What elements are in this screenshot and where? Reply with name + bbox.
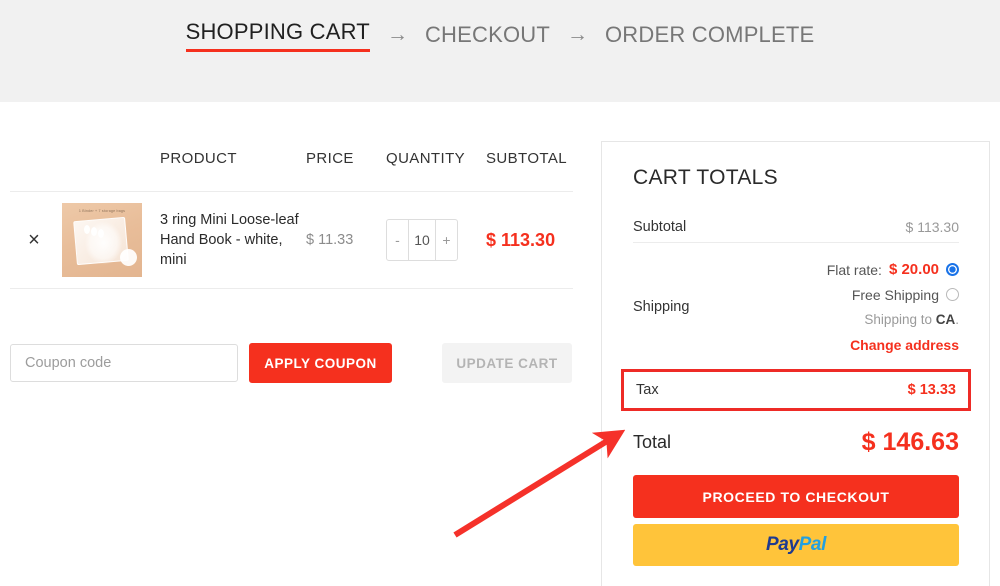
tax-label: Tax — [636, 382, 659, 398]
step-shopping-cart[interactable]: SHOPPING CART — [185, 19, 370, 52]
product-thumbnail-cell: 1 Binder + 7 storage bags — [58, 203, 156, 277]
column-header-subtotal: SUBTOTAL — [486, 150, 567, 167]
quantity-stepper[interactable]: - 10 + — [386, 219, 458, 261]
shipping-destination-text: Shipping to CA. — [864, 312, 959, 327]
apply-coupon-button[interactable]: APPLY COUPON — [249, 343, 392, 383]
tax-row: Tax $ 13.33 — [621, 369, 971, 411]
column-header-quantity: QUANTITY — [386, 150, 466, 167]
paypal-logo-part1: Pay — [766, 534, 799, 555]
checkout-steps: SHOPPING CART → CHECKOUT → ORDER COMPLET… — [185, 19, 815, 52]
quantity-increase-button[interactable]: + — [436, 220, 457, 260]
shipping-options: Flat rate: $ 20.00 Free Shipping Shippin… — [753, 257, 959, 357]
subtotal-label: Subtotal — [633, 219, 687, 235]
subtotal-value: $ 113.30 — [905, 219, 959, 235]
shipping-option-flat-rate-amount: $ 20.00 — [888, 261, 939, 278]
product-name-cell: 3 ring Mini Loose-leaf Hand Book - white… — [156, 210, 302, 270]
shipping-destination-prefix: Shipping to — [864, 312, 936, 327]
shipping-destination-region: CA — [935, 312, 956, 327]
subtotal-row: Subtotal $ 113.30 — [633, 212, 959, 242]
cart-row-divider — [10, 288, 573, 289]
total-value: $ 146.63 — [861, 427, 959, 456]
thumbnail-ring-2 — [91, 227, 97, 236]
proceed-to-checkout-button[interactable]: PROCEED TO CHECKOUT — [633, 475, 959, 518]
update-cart-button[interactable]: UPDATE CART — [442, 343, 572, 383]
product-price-cell: $ 11.33 — [302, 232, 376, 248]
paypal-logo-part2: Pal — [798, 534, 827, 555]
shipping-destination: Shipping to CA. — [753, 307, 959, 332]
shopping-cart-page: SHOPPING CART → CHECKOUT → ORDER COMPLET… — [0, 0, 1000, 586]
shipping-label: Shipping — [633, 299, 690, 315]
shipping-destination-suffix: . — [955, 312, 959, 327]
shipping-option-free-label: Free Shipping — [851, 286, 939, 303]
product-subtotal-text: $ 113.30 — [486, 229, 556, 250]
cart-table: PRODUCT PRICE QUANTITY SUBTOTAL × 1 Bind… — [10, 150, 573, 289]
quantity-decrease-button[interactable]: - — [387, 220, 408, 260]
shipping-option-flat-rate-label: Flat rate: — [826, 261, 882, 278]
shipping-row: Shipping Flat rate: $ 20.00 Free Shippin… — [633, 243, 959, 369]
checkout-steps-band: SHOPPING CART → CHECKOUT → ORDER COMPLET… — [0, 0, 1000, 102]
paypal-logo-icon: PayPal — [766, 534, 826, 556]
cart-totals-title: CART TOTALS — [633, 166, 778, 189]
shipping-option-free[interactable]: Free Shipping — [753, 282, 959, 307]
remove-item-icon[interactable]: × — [10, 230, 58, 250]
thumbnail-ring-3 — [98, 229, 104, 238]
step-arrow-icon-1: → — [386, 23, 408, 46]
total-label: Total — [633, 431, 672, 452]
column-header-price: PRICE — [306, 150, 354, 167]
step-order-complete[interactable]: ORDER COMPLETE — [605, 22, 814, 48]
cart-table-header: PRODUCT PRICE QUANTITY SUBTOTAL — [10, 150, 573, 191]
step-checkout[interactable]: CHECKOUT — [425, 22, 550, 48]
shipping-option-free-radio[interactable] — [946, 288, 959, 301]
column-header-product: PRODUCT — [160, 150, 237, 167]
coupon-row: APPLY COUPON UPDATE CART — [10, 343, 572, 383]
coupon-input[interactable] — [10, 344, 238, 382]
change-address-link[interactable]: Change address — [850, 337, 959, 353]
tax-value: $ 13.33 — [907, 382, 956, 398]
shipping-option-flat-rate-radio[interactable] — [946, 263, 959, 276]
thumbnail-badge — [120, 249, 137, 266]
thumbnail-ring-1 — [84, 225, 90, 234]
total-row: Total $ 146.63 — [633, 411, 959, 467]
product-name-text[interactable]: 3 ring Mini Loose-leaf Hand Book - white… — [156, 210, 302, 270]
quantity-input[interactable]: 10 — [408, 220, 436, 260]
remove-item-cell: × — [10, 230, 58, 250]
table-row: × 1 Binder + 7 storage bags 3 ring Mini … — [10, 192, 573, 288]
change-address-line: Change address — [753, 332, 959, 357]
product-thumbnail-image[interactable]: 1 Binder + 7 storage bags — [62, 203, 142, 277]
product-price-text: $ 11.33 — [306, 232, 354, 248]
paypal-checkout-button[interactable]: PayPal — [633, 524, 959, 566]
cart-totals-panel: CART TOTALS Subtotal $ 113.30 Shipping F… — [601, 141, 990, 586]
product-subtotal-cell: $ 113.30 — [480, 230, 573, 251]
thumbnail-caption-text: 1 Binder + 7 storage bags — [78, 209, 126, 213]
step-arrow-icon-2: → — [567, 23, 588, 46]
product-quantity-cell: - 10 + — [376, 219, 480, 261]
shipping-option-flat-rate[interactable]: Flat rate: $ 20.00 — [753, 257, 959, 282]
